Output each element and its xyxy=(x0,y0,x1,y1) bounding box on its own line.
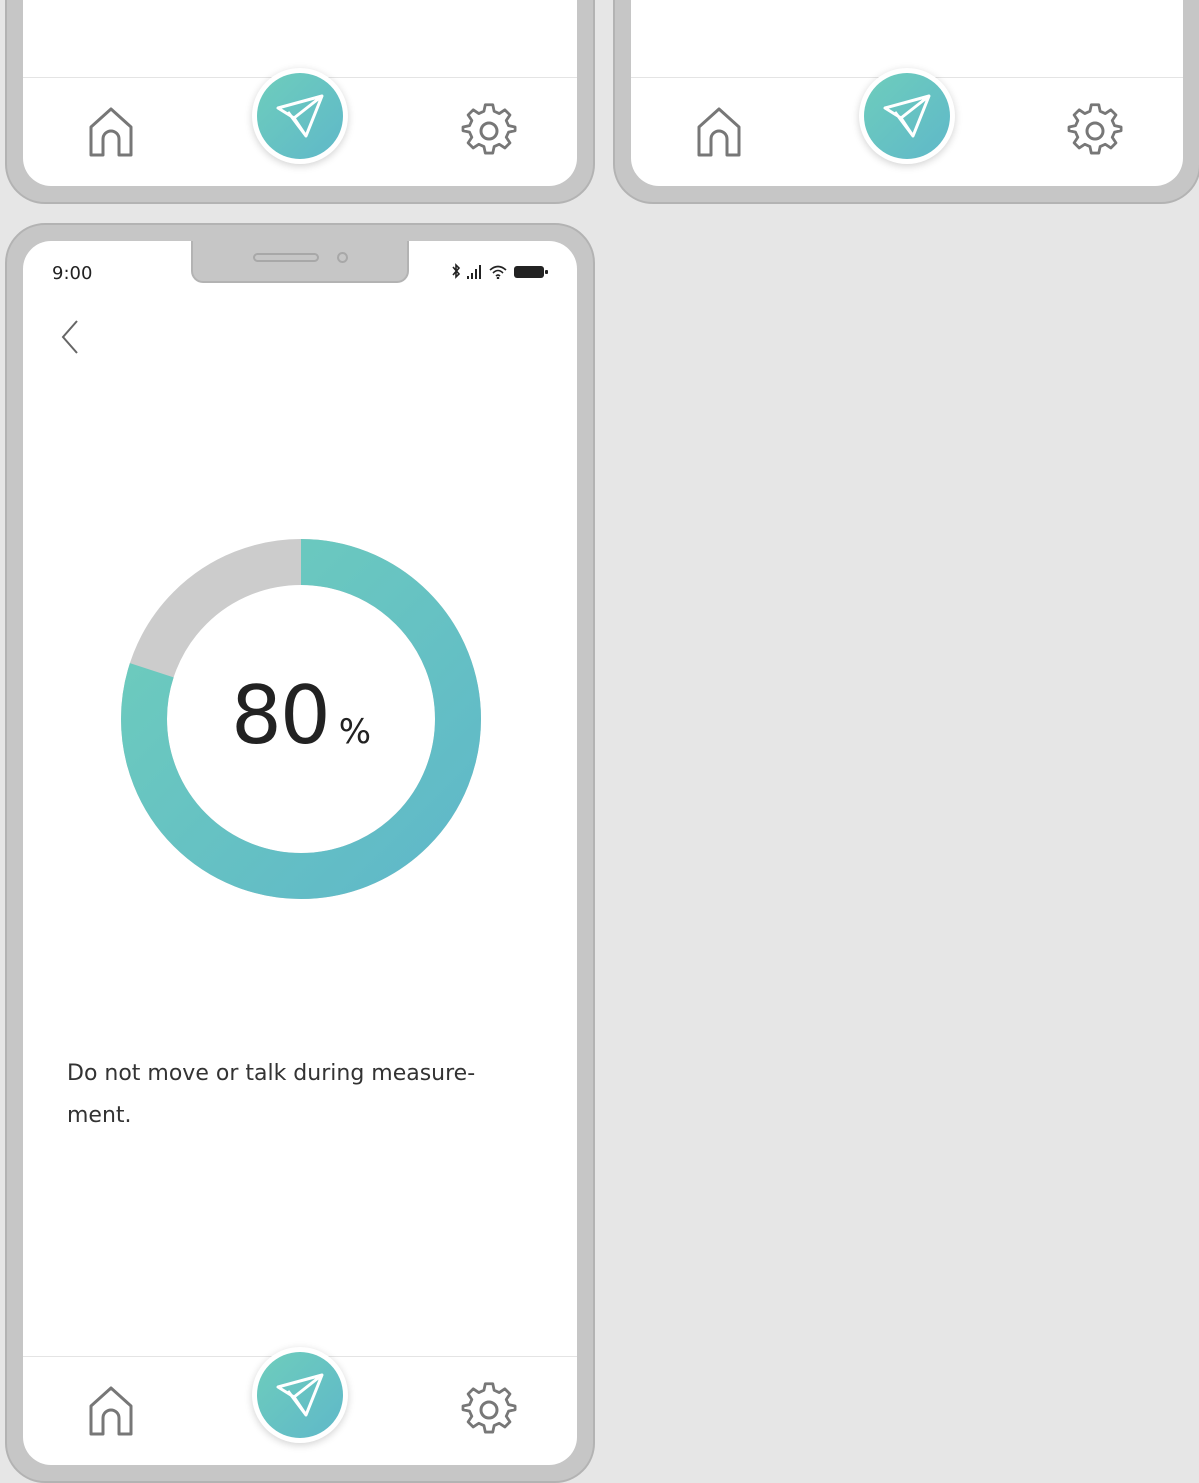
home-icon[interactable] xyxy=(85,1382,137,1438)
bottom-nav xyxy=(631,68,1183,186)
progress-unit: % xyxy=(338,712,372,752)
gear-icon[interactable] xyxy=(1067,103,1123,159)
measure-button[interactable] xyxy=(859,68,955,164)
bottom-nav xyxy=(23,68,577,186)
status-icons xyxy=(451,263,549,283)
measure-button[interactable] xyxy=(252,68,348,164)
signal-icon xyxy=(467,264,483,283)
chevron-left-icon xyxy=(61,320,78,354)
phone-frame-top-left xyxy=(5,0,595,204)
paper-plane-icon xyxy=(257,73,343,159)
bluetooth-icon xyxy=(451,263,461,283)
wifi-icon xyxy=(489,264,507,283)
gear-icon[interactable] xyxy=(461,103,517,159)
status-time: 9:00 xyxy=(52,263,93,284)
bottom-nav xyxy=(23,1347,577,1465)
phone-screen xyxy=(631,0,1183,186)
front-camera xyxy=(337,252,348,263)
paper-plane-icon xyxy=(257,1352,343,1438)
progress-percentage: 80% xyxy=(120,676,482,756)
home-icon[interactable] xyxy=(85,103,137,159)
back-button[interactable] xyxy=(53,317,87,357)
home-icon[interactable] xyxy=(693,103,745,159)
measurement-screen: 9:00 80 % Do not move or talk during mea… xyxy=(23,241,577,1465)
phone-notch xyxy=(191,241,409,283)
paper-plane-icon xyxy=(864,73,950,159)
progress-value: 80 xyxy=(230,669,331,762)
phone-frame-top-right xyxy=(613,0,1199,204)
measure-button[interactable] xyxy=(252,1347,348,1443)
phone-frame-measurement: 9:00 80 % Do not move or talk during mea… xyxy=(5,223,595,1483)
progress-ring: 80% xyxy=(120,538,482,900)
battery-icon xyxy=(513,264,549,283)
gear-icon[interactable] xyxy=(461,1382,517,1438)
speaker-grille xyxy=(253,253,319,262)
instruction-text: Do not move or talk during measure-ment. xyxy=(67,1061,476,1128)
phone-screen xyxy=(23,0,577,186)
